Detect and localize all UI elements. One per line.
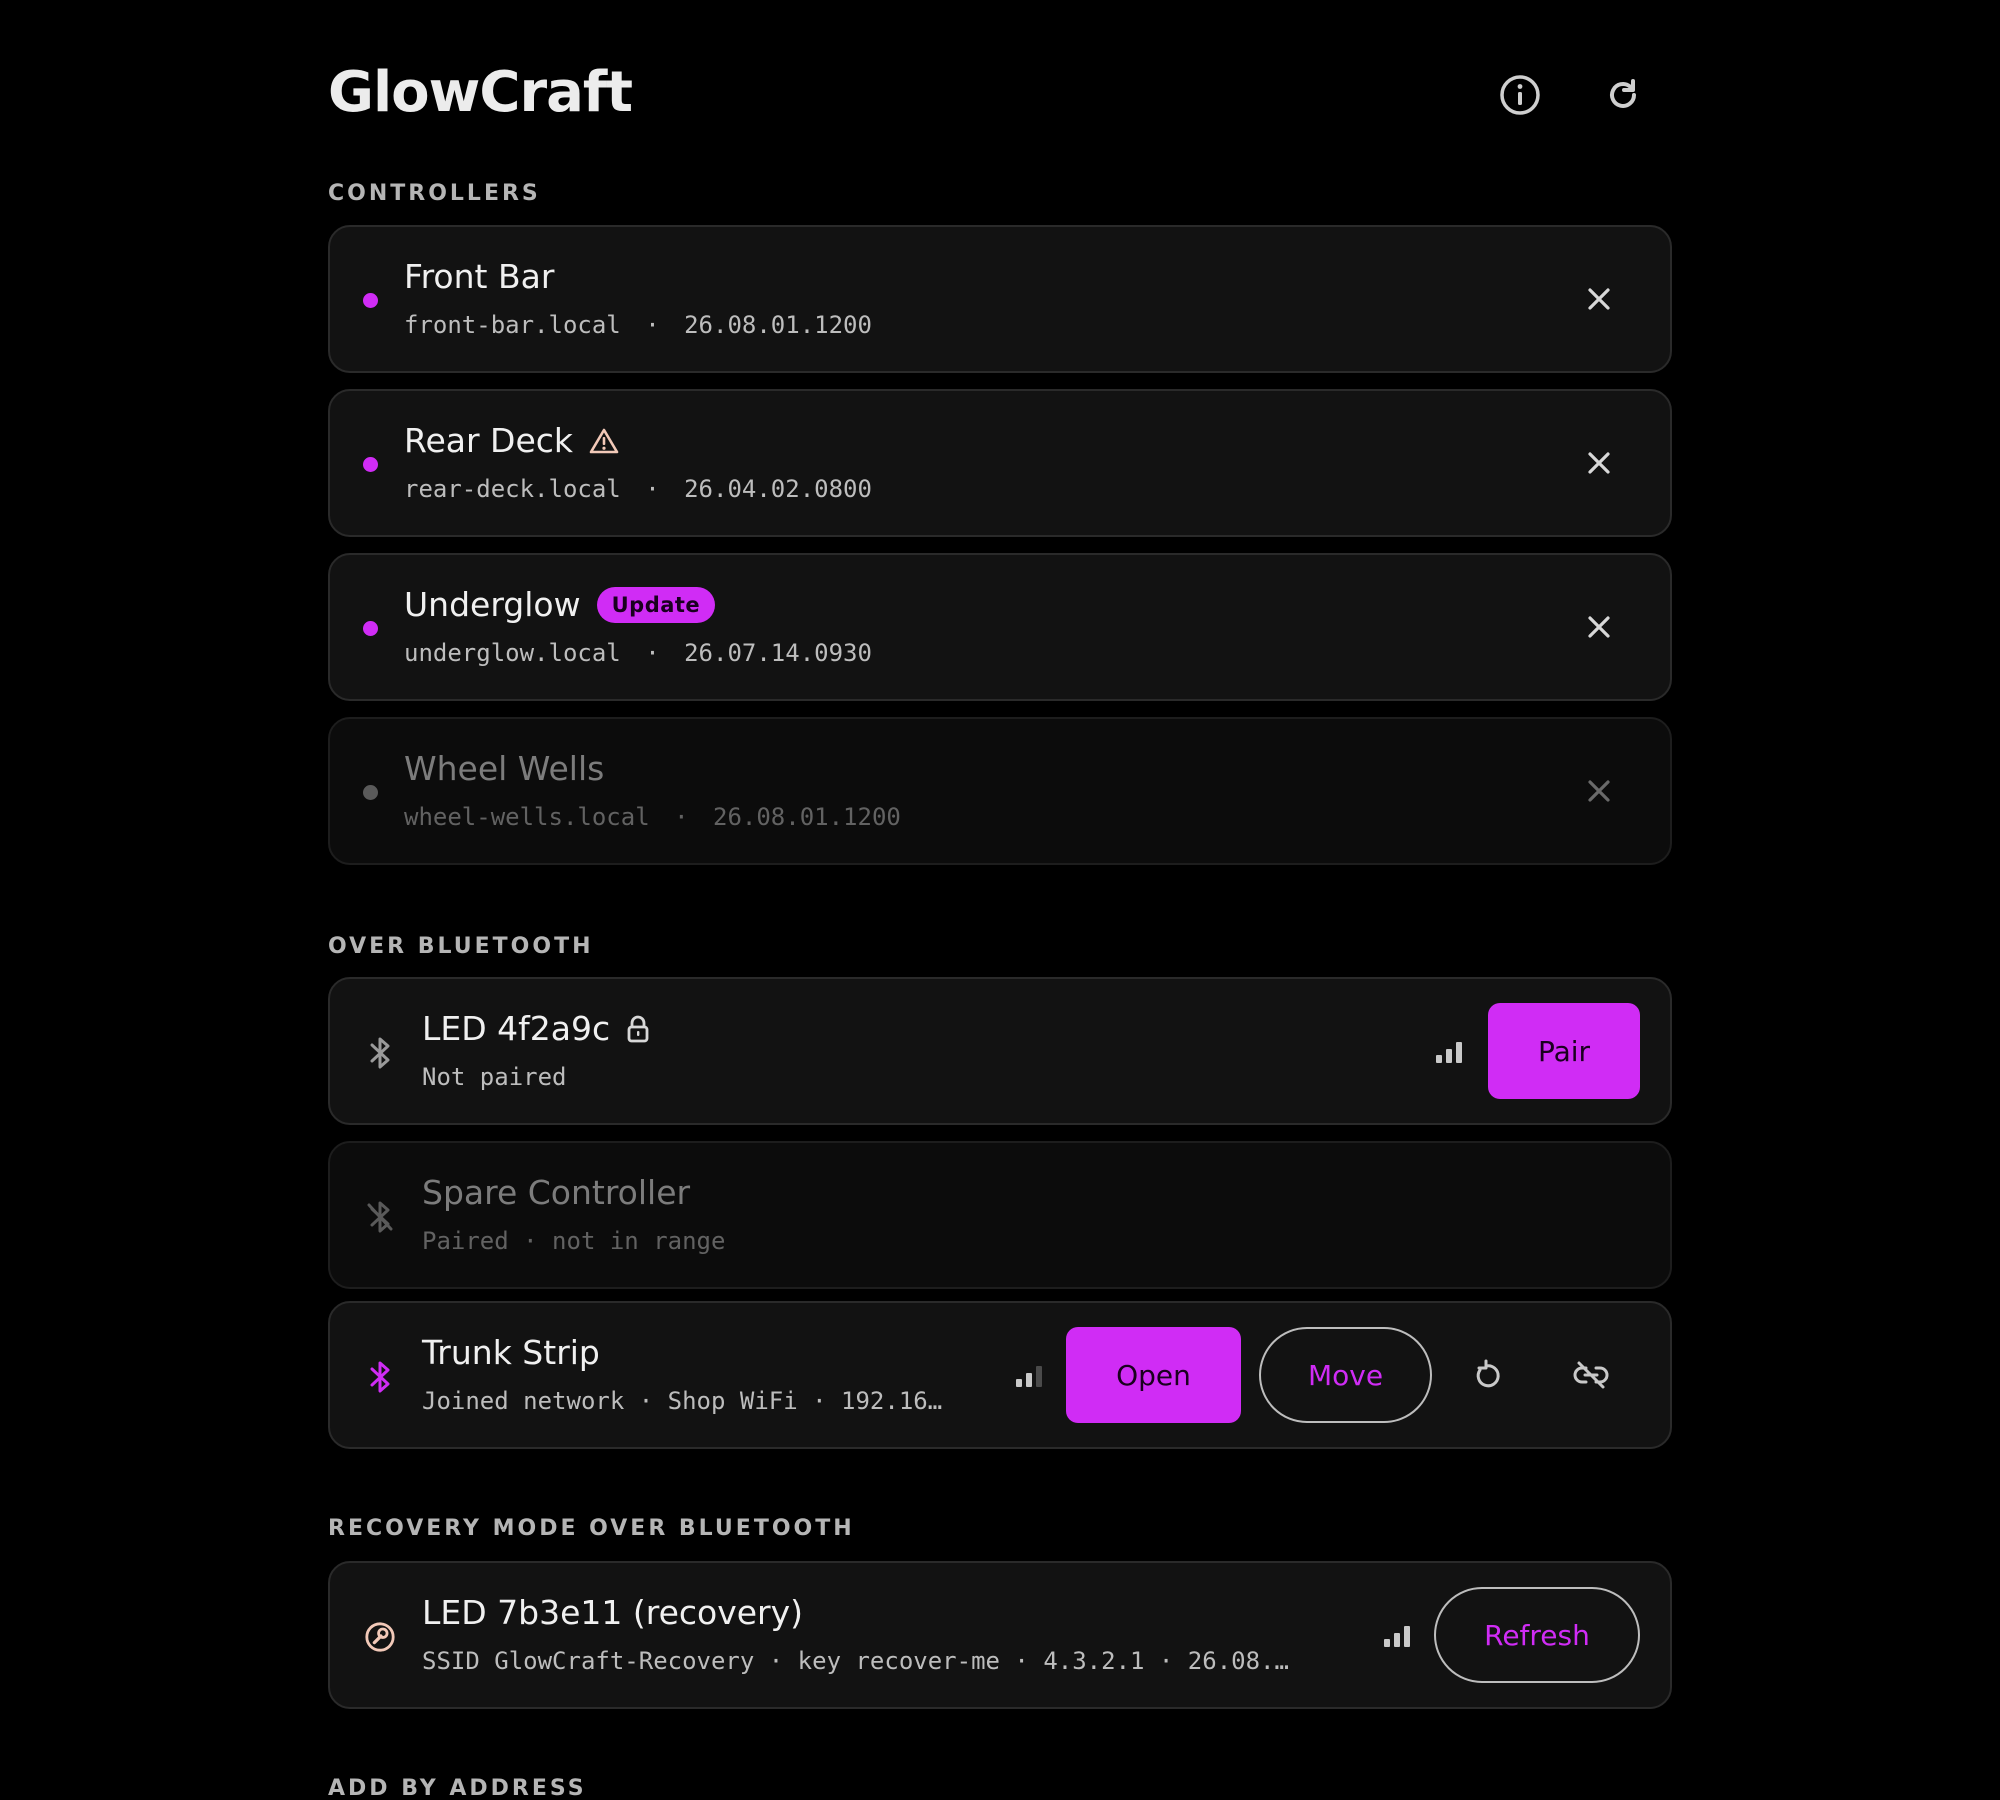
lock-icon (627, 1015, 649, 1042)
signal-strength-icon (1436, 1041, 1462, 1063)
section-label-controllers: CONTROLLERS (328, 181, 541, 206)
controller-card-wheel-wells[interactable]: Wheel Wells wheel-wells.local · 26.08.01… (328, 717, 1672, 865)
remove-controller-button[interactable] (1577, 441, 1621, 485)
controller-card-front-bar[interactable]: Front Bar front-bar.local · 26.08.01.120… (328, 225, 1672, 373)
refresh-recovery-button[interactable]: Refresh (1434, 1587, 1640, 1683)
info-button[interactable] (1495, 70, 1545, 120)
controller-name: Wheel Wells (404, 749, 605, 788)
controller-card-underglow[interactable]: Underglow Update underglow.local · 26.07… (328, 553, 1672, 701)
device-status: Not paired (422, 1063, 567, 1091)
remove-controller-button[interactable] (1577, 277, 1621, 321)
signal-strength-icon (1384, 1625, 1410, 1647)
bluetooth-icon (364, 1033, 396, 1073)
unlink-icon (1573, 1361, 1609, 1389)
bluetooth-device-spare-controller[interactable]: Spare Controller Paired · not in range (328, 1141, 1672, 1289)
controller-details: wheel-wells.local · 26.08.01.1200 (404, 803, 901, 831)
section-label-recovery: RECOVERY MODE OVER BLUETOOTH (328, 1516, 855, 1541)
device-name: Trunk Strip (422, 1333, 600, 1372)
bluetooth-device-trunk-strip[interactable]: Trunk Strip Joined network · Shop WiFi ·… (328, 1301, 1672, 1449)
status-dot-online (363, 293, 378, 308)
status-dot-online (363, 457, 378, 472)
controller-details: front-bar.local · 26.08.01.1200 (404, 311, 872, 339)
remove-controller-button[interactable] (1577, 769, 1621, 813)
close-icon (1588, 452, 1610, 474)
status-dot-offline (363, 785, 378, 800)
bluetooth-connected-icon (364, 1357, 396, 1397)
app-root: GlowCraft CONTROLLERS Front Bar front-ba… (328, 0, 1672, 1800)
bluetooth-off-icon (364, 1197, 396, 1237)
wrench-circle-icon (364, 1617, 396, 1657)
recovery-device-led-7b3e11[interactable]: LED 7b3e11 (recovery) SSID GlowCraft-Rec… (328, 1561, 1672, 1709)
close-icon (1588, 616, 1610, 638)
signal-strength-icon (1016, 1365, 1042, 1387)
device-name: LED 4f2a9c (422, 1009, 650, 1048)
controller-name: Rear Deck (404, 421, 619, 460)
device-name: LED 7b3e11 (recovery) (422, 1593, 804, 1632)
open-button[interactable]: Open (1066, 1327, 1241, 1423)
restart-icon (1476, 1359, 1500, 1388)
controller-details: underglow.local · 26.07.14.0930 (404, 639, 872, 667)
device-status: Joined network · Shop WiFi · 192.16… (422, 1387, 943, 1415)
warning-triangle-icon (589, 428, 619, 453)
restart-button[interactable] (1464, 1351, 1512, 1399)
move-button[interactable]: Move (1259, 1327, 1432, 1423)
controller-details: rear-deck.local · 26.04.02.0800 (404, 475, 872, 503)
close-icon (1588, 288, 1610, 310)
device-status: SSID GlowCraft-Recovery · key recover-me… (422, 1647, 1289, 1675)
device-name: Spare Controller (422, 1173, 691, 1212)
header: GlowCraft (328, 0, 1672, 190)
close-icon (1588, 780, 1610, 802)
status-dot-online (363, 621, 378, 636)
unlink-button[interactable] (1567, 1351, 1615, 1399)
controller-card-rear-deck[interactable]: Rear Deck rear-deck.local · 26.04.02.080… (328, 389, 1672, 537)
device-status: Paired · not in range (422, 1227, 726, 1255)
bluetooth-device-led-4f2a9c[interactable]: LED 4f2a9c Not paired Pair (328, 977, 1672, 1125)
controller-name: Front Bar (404, 257, 555, 296)
refresh-button[interactable] (1598, 70, 1648, 120)
remove-controller-button[interactable] (1577, 605, 1621, 649)
section-label-bluetooth: OVER BLUETOOTH (328, 934, 594, 959)
controller-name: Underglow Update (404, 585, 716, 624)
section-label-add-by-address: ADD BY ADDRESS (328, 1776, 587, 1800)
pair-button[interactable]: Pair (1488, 1003, 1640, 1099)
app-title: GlowCraft (328, 60, 633, 125)
info-circle-icon (1500, 75, 1540, 115)
refresh-icon (1610, 79, 1636, 108)
update-badge[interactable]: Update (596, 586, 716, 623)
